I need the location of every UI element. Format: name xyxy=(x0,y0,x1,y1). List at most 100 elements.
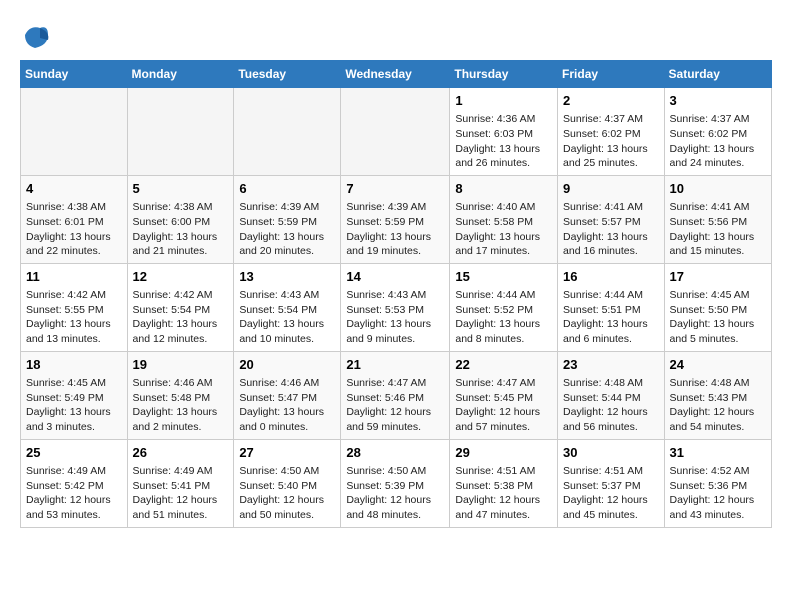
day-number: 5 xyxy=(133,180,229,198)
calendar-cell: 8Sunrise: 4:40 AM Sunset: 5:58 PM Daylig… xyxy=(450,175,558,263)
day-number: 13 xyxy=(239,268,335,286)
day-detail: Sunrise: 4:43 AM Sunset: 5:54 PM Dayligh… xyxy=(239,288,335,347)
calendar-cell: 11 Sunrise: 4:42 AM Sunset: 5:55 PM Dayli… xyxy=(21,263,128,351)
calendar-cell: 13 Sunrise: 4:43 AM Sunset: 5:54 PM Dayli… xyxy=(234,263,341,351)
day-detail: Sunrise: 4:48 AM Sunset: 5:44 PM Dayligh… xyxy=(563,376,659,435)
calendar-week-row: 1Sunrise: 4:36 AM Sunset: 6:03 PM Daylig… xyxy=(21,88,772,176)
day-detail: Sunrise: 4:51 AM Sunset: 5:37 PM Dayligh… xyxy=(563,464,659,523)
logo-icon xyxy=(20,20,50,50)
day-number: 9 xyxy=(563,180,659,198)
calendar-cell: 28 Sunrise: 4:50 AM Sunset: 5:39 PM Dayli… xyxy=(341,439,450,527)
day-number: 20 xyxy=(239,356,335,374)
day-detail: Sunrise: 4:42 AM Sunset: 5:54 PM Dayligh… xyxy=(133,288,229,347)
calendar-cell: 29 Sunrise: 4:51 AM Sunset: 5:38 PM Dayli… xyxy=(450,439,558,527)
calendar-week-row: 25Sunrise: 4:49 AM Sunset: 5:42 PM Dayli… xyxy=(21,439,772,527)
calendar-cell: 2 Sunrise: 4:37 AM Sunset: 6:02 PM Daylig… xyxy=(558,88,665,176)
calendar-cell xyxy=(21,88,128,176)
calendar-week-row: 4 Sunrise: 4:38 AM Sunset: 6:01 PM Daylig… xyxy=(21,175,772,263)
calendar-cell: 1Sunrise: 4:36 AM Sunset: 6:03 PM Daylig… xyxy=(450,88,558,176)
day-detail: Sunrise: 4:39 AM Sunset: 5:59 PM Dayligh… xyxy=(346,200,444,259)
day-number: 31 xyxy=(670,444,766,462)
day-detail: Sunrise: 4:52 AM Sunset: 5:36 PM Dayligh… xyxy=(670,464,766,523)
day-detail: Sunrise: 4:47 AM Sunset: 5:45 PM Dayligh… xyxy=(455,376,552,435)
day-number: 14 xyxy=(346,268,444,286)
page-header xyxy=(20,20,772,50)
calendar-cell: 31 Sunrise: 4:52 AM Sunset: 5:36 PM Dayli… xyxy=(664,439,771,527)
calendar-cell: 15 Sunrise: 4:44 AM Sunset: 5:52 PM Dayli… xyxy=(450,263,558,351)
calendar-cell: 24 Sunrise: 4:48 AM Sunset: 5:43 PM Dayli… xyxy=(664,351,771,439)
day-number: 2 xyxy=(563,92,659,110)
calendar-cell: 20 Sunrise: 4:46 AM Sunset: 5:47 PM Dayli… xyxy=(234,351,341,439)
day-number: 21 xyxy=(346,356,444,374)
calendar-cell: 17 Sunrise: 4:45 AM Sunset: 5:50 PM Dayli… xyxy=(664,263,771,351)
day-number: 30 xyxy=(563,444,659,462)
day-number: 3 xyxy=(670,92,766,110)
day-number: 6 xyxy=(239,180,335,198)
day-number: 18 xyxy=(26,356,122,374)
day-detail: Sunrise: 4:37 AM Sunset: 6:02 PM Dayligh… xyxy=(670,112,766,171)
weekday-header: Sunday xyxy=(21,61,128,88)
day-number: 29 xyxy=(455,444,552,462)
day-number: 25 xyxy=(26,444,122,462)
day-number: 26 xyxy=(133,444,229,462)
calendar-cell: 4 Sunrise: 4:38 AM Sunset: 6:01 PM Daylig… xyxy=(21,175,128,263)
day-detail: Sunrise: 4:50 AM Sunset: 5:40 PM Dayligh… xyxy=(239,464,335,523)
day-number: 12 xyxy=(133,268,229,286)
calendar-cell: 26Sunrise: 4:49 AM Sunset: 5:41 PM Dayli… xyxy=(127,439,234,527)
calendar-cell: 19 Sunrise: 4:46 AM Sunset: 5:48 PM Dayli… xyxy=(127,351,234,439)
day-detail: Sunrise: 4:38 AM Sunset: 6:00 PM Dayligh… xyxy=(133,200,229,259)
calendar-week-row: 11 Sunrise: 4:42 AM Sunset: 5:55 PM Dayli… xyxy=(21,263,772,351)
day-number: 27 xyxy=(239,444,335,462)
calendar-cell: 30 Sunrise: 4:51 AM Sunset: 5:37 PM Dayli… xyxy=(558,439,665,527)
calendar-cell: 23 Sunrise: 4:48 AM Sunset: 5:44 PM Dayli… xyxy=(558,351,665,439)
day-detail: Sunrise: 4:42 AM Sunset: 5:55 PM Dayligh… xyxy=(26,288,122,347)
day-detail: Sunrise: 4:48 AM Sunset: 5:43 PM Dayligh… xyxy=(670,376,766,435)
day-detail: Sunrise: 4:46 AM Sunset: 5:48 PM Dayligh… xyxy=(133,376,229,435)
day-number: 19 xyxy=(133,356,229,374)
calendar-cell: 9Sunrise: 4:41 AM Sunset: 5:57 PM Daylig… xyxy=(558,175,665,263)
day-number: 17 xyxy=(670,268,766,286)
day-detail: Sunrise: 4:38 AM Sunset: 6:01 PM Dayligh… xyxy=(26,200,122,259)
calendar-cell: 27 Sunrise: 4:50 AM Sunset: 5:40 PM Dayli… xyxy=(234,439,341,527)
day-detail: Sunrise: 4:39 AM Sunset: 5:59 PM Dayligh… xyxy=(239,200,335,259)
day-detail: Sunrise: 4:45 AM Sunset: 5:50 PM Dayligh… xyxy=(670,288,766,347)
day-detail: Sunrise: 4:50 AM Sunset: 5:39 PM Dayligh… xyxy=(346,464,444,523)
weekday-header: Monday xyxy=(127,61,234,88)
day-number: 24 xyxy=(670,356,766,374)
day-number: 10 xyxy=(670,180,766,198)
weekday-header: Saturday xyxy=(664,61,771,88)
weekday-header: Tuesday xyxy=(234,61,341,88)
calendar-week-row: 18Sunrise: 4:45 AM Sunset: 5:49 PM Dayli… xyxy=(21,351,772,439)
day-detail: Sunrise: 4:44 AM Sunset: 5:51 PM Dayligh… xyxy=(563,288,659,347)
logo xyxy=(20,20,54,50)
calendar-cell: 25Sunrise: 4:49 AM Sunset: 5:42 PM Dayli… xyxy=(21,439,128,527)
day-number: 15 xyxy=(455,268,552,286)
day-number: 28 xyxy=(346,444,444,462)
day-number: 23 xyxy=(563,356,659,374)
weekday-header: Thursday xyxy=(450,61,558,88)
calendar-table: SundayMondayTuesdayWednesdayThursdayFrid… xyxy=(20,60,772,528)
calendar-cell: 12 Sunrise: 4:42 AM Sunset: 5:54 PM Dayli… xyxy=(127,263,234,351)
day-detail: Sunrise: 4:36 AM Sunset: 6:03 PM Dayligh… xyxy=(455,112,552,171)
day-number: 7 xyxy=(346,180,444,198)
day-detail: Sunrise: 4:46 AM Sunset: 5:47 PM Dayligh… xyxy=(239,376,335,435)
calendar-cell: 5 Sunrise: 4:38 AM Sunset: 6:00 PM Daylig… xyxy=(127,175,234,263)
calendar-cell: 7 Sunrise: 4:39 AM Sunset: 5:59 PM Daylig… xyxy=(341,175,450,263)
calendar-cell: 3 Sunrise: 4:37 AM Sunset: 6:02 PM Daylig… xyxy=(664,88,771,176)
calendar-cell xyxy=(127,88,234,176)
day-detail: Sunrise: 4:51 AM Sunset: 5:38 PM Dayligh… xyxy=(455,464,552,523)
day-detail: Sunrise: 4:40 AM Sunset: 5:58 PM Dayligh… xyxy=(455,200,552,259)
calendar-cell xyxy=(341,88,450,176)
weekday-header: Friday xyxy=(558,61,665,88)
day-number: 11 xyxy=(26,268,122,286)
calendar-cell: 14Sunrise: 4:43 AM Sunset: 5:53 PM Dayli… xyxy=(341,263,450,351)
day-number: 4 xyxy=(26,180,122,198)
day-detail: Sunrise: 4:41 AM Sunset: 5:56 PM Dayligh… xyxy=(670,200,766,259)
calendar-cell: 18Sunrise: 4:45 AM Sunset: 5:49 PM Dayli… xyxy=(21,351,128,439)
day-detail: Sunrise: 4:37 AM Sunset: 6:02 PM Dayligh… xyxy=(563,112,659,171)
calendar-cell: 16Sunrise: 4:44 AM Sunset: 5:51 PM Dayli… xyxy=(558,263,665,351)
calendar-cell: 10 Sunrise: 4:41 AM Sunset: 5:56 PM Dayli… xyxy=(664,175,771,263)
day-detail: Sunrise: 4:47 AM Sunset: 5:46 PM Dayligh… xyxy=(346,376,444,435)
calendar-cell: 6 Sunrise: 4:39 AM Sunset: 5:59 PM Daylig… xyxy=(234,175,341,263)
day-detail: Sunrise: 4:44 AM Sunset: 5:52 PM Dayligh… xyxy=(455,288,552,347)
